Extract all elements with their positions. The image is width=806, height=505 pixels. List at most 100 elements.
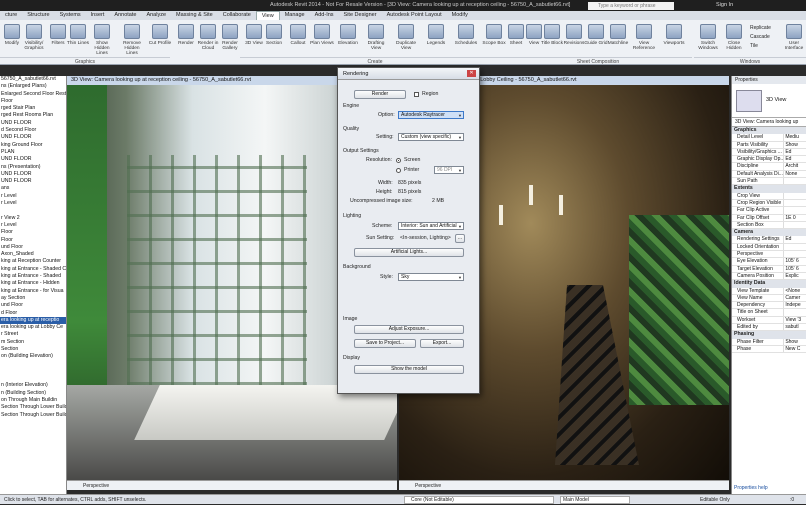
title-block-button[interactable]: Title Block — [540, 23, 564, 57]
tab-systems[interactable]: Systems — [55, 11, 86, 20]
tree-item[interactable]: king at Entrance - for Visua — [0, 288, 66, 295]
remove-hidden-lines-button[interactable]: Remove Hidden Lines — [120, 23, 144, 57]
property-row[interactable]: Parts Visibility Show — [732, 141, 806, 149]
tree-item[interactable]: king at Entrance - Shaded C — [0, 266, 66, 273]
tab-analyze[interactable]: Analyze — [141, 11, 171, 20]
save-to-project-button[interactable]: Save to Project... — [354, 339, 416, 348]
property-row[interactable]: Default Analysis Di... None — [732, 170, 806, 179]
tab-annotate[interactable]: Annotate — [109, 11, 141, 20]
property-row[interactable]: Workset View '3 — [732, 316, 806, 325]
sign-in-link[interactable]: Sign In — [716, 0, 733, 11]
tree-item[interactable]: und Floor — [0, 244, 66, 251]
tree-item[interactable]: ans — [0, 185, 66, 192]
tree-item[interactable]: m Section — [0, 339, 66, 346]
viewports-button[interactable]: Viewports — [662, 23, 686, 57]
visibility-graphics-button[interactable]: Visibility/ Graphics — [22, 23, 46, 57]
tab-massing-site[interactable]: Massing & Site — [171, 11, 218, 20]
tree-item[interactable]: UND FLOOR — [0, 120, 66, 127]
matchline-button[interactable]: Matchline — [606, 23, 630, 57]
tree-item[interactable]: Axon_Shaded — [0, 251, 66, 258]
close-hidden-button[interactable]: Close Hidden — [722, 23, 746, 57]
tab-site-designer[interactable]: Site Designer — [339, 11, 382, 20]
cut-profile-button[interactable]: Cut Profile — [148, 23, 172, 57]
tile-button[interactable]: Tile — [750, 42, 758, 50]
tree-item[interactable]: r Level — [0, 200, 66, 207]
tree-item[interactable]: 56750_A_sabutlet66.rvt — [0, 76, 66, 83]
schedules-button[interactable]: Schedules — [454, 23, 478, 57]
tree-item[interactable]: king at Entrance - Shaded — [0, 273, 66, 280]
property-row[interactable]: Crop Region Visible — [732, 199, 806, 208]
search-input[interactable]: Type a keyword or phrase — [588, 2, 674, 10]
elevation-button[interactable]: Elevation — [336, 23, 360, 57]
tree-item[interactable]: on (Building Elevation) — [0, 353, 66, 360]
tree-item[interactable]: Enlarged Second Floor Restroo — [0, 91, 66, 98]
property-row[interactable]: Perspective — [732, 251, 806, 259]
quality-setting-select[interactable]: Custom (view specific) ▼ — [398, 133, 464, 141]
cascade-button[interactable]: Cascade — [750, 33, 770, 41]
tree-item[interactable]: r Level — [0, 193, 66, 200]
tree-item[interactable]: und Floor — [0, 302, 66, 309]
property-row[interactable]: View Template <None — [732, 287, 806, 295]
tree-item[interactable]: Floor — [0, 229, 66, 236]
drafting-view-button[interactable]: Drafting View — [364, 23, 388, 57]
tree-item[interactable]: Floor — [0, 98, 66, 105]
design-option-selector[interactable]: Main Model — [560, 496, 630, 504]
tree-item[interactable]: d Second Floor — [0, 127, 66, 134]
tree-item[interactable]: UND FLOOR — [0, 156, 66, 163]
property-row[interactable]: Graphic Display Op... Ed — [732, 156, 806, 164]
tree-item[interactable]: era looking up at Lobby Ce — [0, 324, 66, 331]
property-row[interactable]: Target Elevation 105' 6 — [732, 265, 806, 273]
tab-architecture[interactable]: cture — [0, 11, 22, 20]
tab-modify[interactable]: Modify — [447, 11, 473, 20]
close-icon[interactable]: ✕ — [467, 70, 476, 77]
view-control-bar-left[interactable]: Perspective — [67, 480, 397, 490]
tree-item[interactable]: ay Section — [0, 295, 66, 302]
tree-item[interactable]: r View 2 — [0, 215, 66, 222]
property-row[interactable]: Section Box — [732, 221, 806, 230]
view-control-bar-right[interactable]: Perspective — [399, 480, 729, 490]
tree-item[interactable] — [0, 207, 66, 214]
properties-help-link[interactable]: Properties help — [734, 485, 768, 491]
switch-windows-button[interactable]: Switch Windows — [696, 23, 720, 57]
tree-item[interactable] — [0, 375, 66, 382]
tab-structure[interactable]: Structure — [22, 11, 54, 20]
user-interface-button[interactable]: User Interface — [782, 23, 806, 57]
render-button[interactable]: Render — [174, 23, 198, 57]
tree-item[interactable]: Section Through Lower Building — [0, 412, 66, 419]
scheme-select[interactable]: Interior: Sun and Artificial ▼ — [398, 222, 464, 230]
workset-selector[interactable]: Core (Not Editable) — [404, 496, 554, 504]
tree-item[interactable]: d Floor — [0, 310, 66, 317]
sun-setting-browse-button[interactable]: ... — [455, 234, 465, 243]
section-button[interactable]: Section — [262, 23, 286, 57]
tree-item[interactable]: r Street — [0, 331, 66, 338]
tree-item[interactable]: Section Through Lower Building — [0, 404, 66, 411]
tab-collaborate[interactable]: Collaborate — [218, 11, 256, 20]
property-row[interactable]: Detail Level Mediu — [732, 134, 806, 142]
property-row[interactable]: Phase New C — [732, 345, 806, 354]
revisions-button[interactable]: Revisions — [562, 23, 586, 57]
tree-item[interactable] — [0, 361, 66, 368]
tree-item[interactable]: Section — [0, 346, 66, 353]
duplicate-view-button[interactable]: Duplicate View — [394, 23, 418, 57]
show-model-button[interactable]: Show the model — [354, 365, 464, 374]
render-dialog-button[interactable]: Render — [354, 90, 406, 99]
property-row[interactable]: Edited by sabutl — [732, 324, 806, 332]
tab-manage[interactable]: Manage — [280, 11, 310, 20]
tree-item[interactable]: UND FLOOR — [0, 171, 66, 178]
instance-selector[interactable]: 3D View: Camera looking up — [732, 118, 806, 127]
tree-item[interactable]: king Ground Floor — [0, 142, 66, 149]
property-row[interactable]: Locked Orientation — [732, 243, 806, 252]
thin-lines-button[interactable]: Thin Lines — [66, 23, 90, 57]
tree-item[interactable]: rged Stair Plan — [0, 105, 66, 112]
tree-item[interactable] — [0, 368, 66, 375]
render-gallery-button[interactable]: Render Gallery — [218, 23, 242, 57]
property-row[interactable]: Far Clip Active — [732, 207, 806, 215]
tree-item[interactable]: UND FLOOR — [0, 134, 66, 141]
tree-item[interactable]: ns (Presentation) — [0, 164, 66, 171]
tree-item[interactable]: king at Reception Counter — [0, 258, 66, 265]
scope-box-button[interactable]: Scope Box — [482, 23, 506, 57]
property-row[interactable]: Eye Elevation 105' 6 — [732, 258, 806, 266]
printer-radio[interactable] — [396, 168, 401, 173]
view-reference-button[interactable]: View Reference — [632, 23, 656, 57]
tab-point-layout[interactable]: Autodesk Point Layout — [382, 11, 447, 20]
